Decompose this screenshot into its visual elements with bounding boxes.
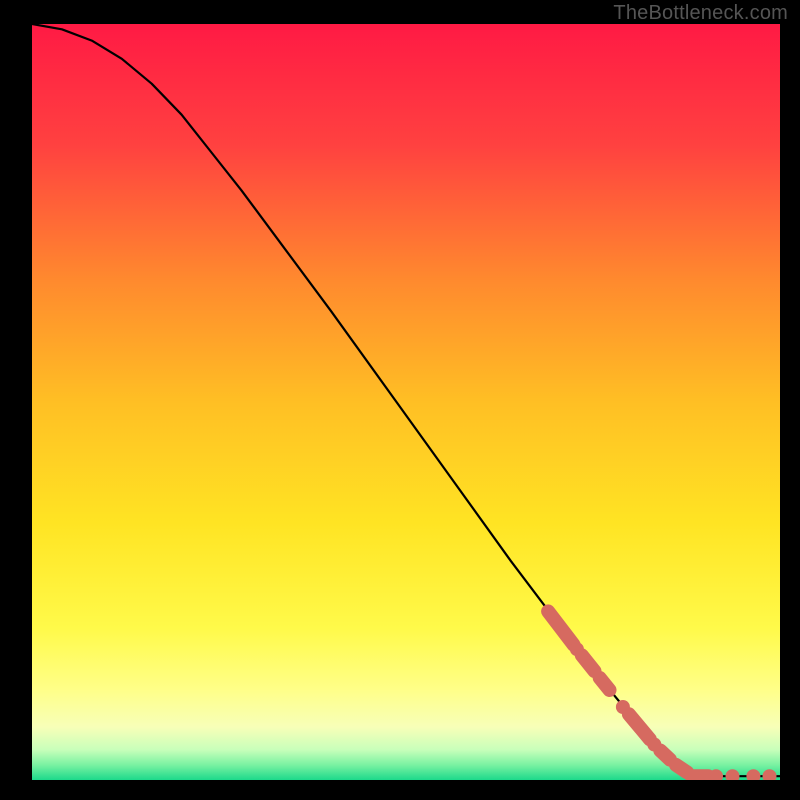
gradient-background xyxy=(32,24,780,780)
watermark-text: TheBottleneck.com xyxy=(613,2,788,25)
highlight-dash xyxy=(600,678,610,690)
chart-svg xyxy=(32,24,780,780)
chart-stage: TheBottleneck.com xyxy=(0,0,800,800)
plot-area xyxy=(32,24,780,780)
highlight-dash xyxy=(582,655,595,671)
highlight-dash xyxy=(676,765,687,773)
highlight-dash xyxy=(660,751,670,760)
